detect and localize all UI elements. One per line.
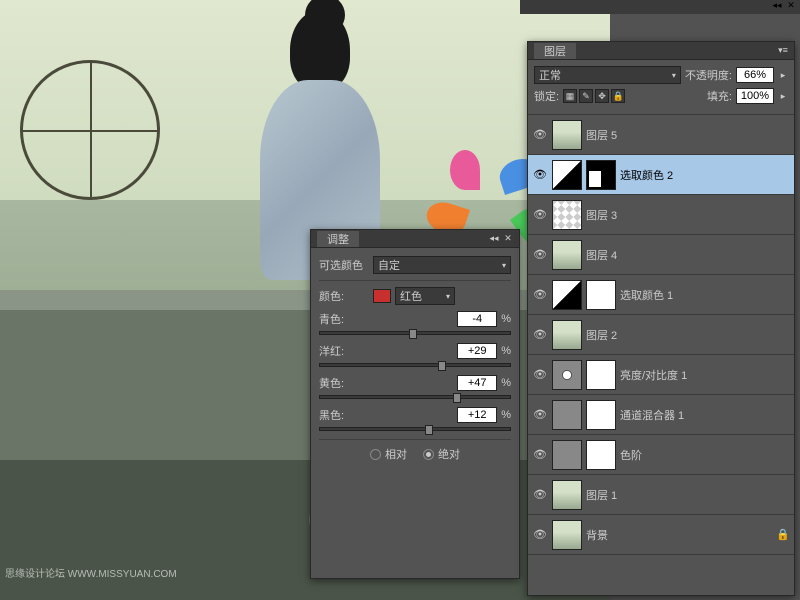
menu-icon[interactable]: ▾≡ bbox=[778, 46, 788, 56]
yellow-label: 黄色: bbox=[319, 375, 344, 391]
layer-mask[interactable] bbox=[586, 400, 616, 430]
visibility-icon[interactable]: 👁 bbox=[532, 207, 548, 223]
layers-panel: 图层 ▾≡ 正常 不透明度: ▸ 锁定: ▦ ✎ ✥ 🔒 填充: ▸ 👁 图层 5… bbox=[527, 41, 795, 596]
layers-panel-header[interactable]: 图层 ▾≡ bbox=[528, 42, 794, 60]
absolute-radio[interactable]: 绝对 bbox=[423, 446, 460, 462]
color-label: 颜色: bbox=[319, 288, 369, 304]
lock-label: 锁定: bbox=[534, 88, 559, 104]
layer-row[interactable]: 👁 图层 1 bbox=[528, 475, 794, 515]
lock-position-icon[interactable]: ✥ bbox=[595, 89, 609, 103]
layer-row[interactable]: 👁 亮度/对比度 1 bbox=[528, 355, 794, 395]
adjust-type-label: 可选颜色 bbox=[319, 257, 369, 273]
layer-mask[interactable] bbox=[586, 440, 616, 470]
layer-thumbnail[interactable] bbox=[552, 400, 582, 430]
layer-row[interactable]: 👁 图层 3 bbox=[528, 195, 794, 235]
adjustments-tab[interactable]: 调整 bbox=[317, 231, 359, 247]
layer-thumbnail[interactable] bbox=[552, 440, 582, 470]
lock-all-icon[interactable]: 🔒 bbox=[611, 89, 625, 103]
layer-row[interactable]: 👁 通道混合器 1 bbox=[528, 395, 794, 435]
layer-name: 图层 5 bbox=[586, 127, 790, 143]
lock-pixels-icon[interactable]: ✎ bbox=[579, 89, 593, 103]
close-icon[interactable]: ✕ bbox=[786, 0, 796, 10]
chevron-right-icon[interactable]: ▸ bbox=[778, 70, 788, 80]
close-icon[interactable]: ✕ bbox=[503, 234, 513, 244]
layer-name: 图层 4 bbox=[586, 247, 790, 263]
layers-tab[interactable]: 图层 bbox=[534, 43, 576, 59]
visibility-icon[interactable]: 👁 bbox=[532, 127, 548, 143]
layer-name: 图层 2 bbox=[586, 327, 790, 343]
layer-name: 通道混合器 1 bbox=[620, 407, 790, 423]
layer-name: 图层 1 bbox=[586, 487, 790, 503]
visibility-icon[interactable]: 👁 bbox=[532, 167, 548, 183]
layer-thumbnail[interactable] bbox=[552, 480, 582, 510]
layer-mask[interactable] bbox=[586, 160, 616, 190]
yellow-slider[interactable] bbox=[319, 395, 511, 399]
watermark-url: WWW.MISSYUAN.COM bbox=[68, 569, 177, 580]
layer-thumbnail[interactable] bbox=[552, 320, 582, 350]
fill-label: 填充: bbox=[707, 88, 732, 104]
layer-mask[interactable] bbox=[586, 360, 616, 390]
layer-name: 选取颜色 2 bbox=[620, 167, 790, 183]
magenta-label: 洋红: bbox=[319, 343, 344, 359]
adjustments-panel: 调整 ◂◂ ✕ 可选颜色 自定 颜色: 红色 青色: % 洋红: % bbox=[310, 229, 520, 579]
color-select[interactable]: 红色 bbox=[395, 287, 455, 305]
layer-row[interactable]: 👁 图层 2 bbox=[528, 315, 794, 355]
layer-thumbnail[interactable] bbox=[552, 360, 582, 390]
visibility-icon[interactable]: 👁 bbox=[532, 287, 548, 303]
watermark-text: 思缘设计论坛 WWW.MISSYUAN.COM bbox=[5, 565, 177, 580]
black-label: 黑色: bbox=[319, 407, 344, 423]
lock-transparent-icon[interactable]: ▦ bbox=[563, 89, 577, 103]
layer-name: 背景 bbox=[586, 527, 772, 543]
layer-mask[interactable] bbox=[586, 280, 616, 310]
preset-select[interactable]: 自定 bbox=[373, 256, 511, 274]
layers-list: 👁 图层 5 👁 选取颜色 2 👁 图层 3 👁 图层 4 👁 选取颜色 1 👁 图层 2 👁 亮度/对比… bbox=[528, 115, 794, 555]
chevron-right-icon[interactable]: ▸ bbox=[778, 91, 788, 101]
visibility-icon[interactable]: 👁 bbox=[532, 407, 548, 423]
layer-row[interactable]: 👁 图层 5 bbox=[528, 115, 794, 155]
watermark-forum: 思缘设计论坛 bbox=[5, 569, 65, 580]
layer-row[interactable]: 👁 背景 🔒 bbox=[528, 515, 794, 555]
black-slider[interactable] bbox=[319, 427, 511, 431]
cyan-slider[interactable] bbox=[319, 331, 511, 335]
visibility-icon[interactable]: 👁 bbox=[532, 527, 548, 543]
blend-mode-select[interactable]: 正常 bbox=[534, 66, 681, 84]
visibility-icon[interactable]: 👁 bbox=[532, 247, 548, 263]
cyan-label: 青色: bbox=[319, 311, 344, 327]
opacity-input[interactable] bbox=[736, 67, 774, 83]
layer-thumbnail[interactable] bbox=[552, 120, 582, 150]
cyan-input[interactable] bbox=[457, 311, 497, 327]
magenta-slider[interactable] bbox=[319, 363, 511, 367]
layer-thumbnail[interactable] bbox=[552, 520, 582, 550]
adjustments-panel-header[interactable]: 调整 ◂◂ ✕ bbox=[311, 230, 519, 248]
layer-thumbnail[interactable] bbox=[552, 160, 582, 190]
lock-icon: 🔒 bbox=[776, 528, 790, 541]
layer-row[interactable]: 👁 选取颜色 2 bbox=[528, 155, 794, 195]
layer-row[interactable]: 👁 选取颜色 1 bbox=[528, 275, 794, 315]
layer-name: 选取颜色 1 bbox=[620, 287, 790, 303]
layer-name: 色阶 bbox=[620, 447, 790, 463]
photo-pinwheel bbox=[440, 150, 520, 230]
layer-thumbnail[interactable] bbox=[552, 200, 582, 230]
opacity-label: 不透明度: bbox=[685, 67, 732, 83]
layer-name: 图层 3 bbox=[586, 207, 790, 223]
photo-waterwheel bbox=[20, 60, 160, 200]
black-input[interactable] bbox=[457, 407, 497, 423]
top-bar: ◂◂ ✕ bbox=[520, 0, 800, 14]
relative-radio[interactable]: 相对 bbox=[370, 446, 407, 462]
layer-row[interactable]: 👁 图层 4 bbox=[528, 235, 794, 275]
visibility-icon[interactable]: 👁 bbox=[532, 327, 548, 343]
fill-input[interactable] bbox=[736, 88, 774, 104]
collapse-icon[interactable]: ◂◂ bbox=[772, 0, 782, 10]
visibility-icon[interactable]: 👁 bbox=[532, 447, 548, 463]
layer-thumbnail[interactable] bbox=[552, 280, 582, 310]
visibility-icon[interactable]: 👁 bbox=[532, 367, 548, 383]
collapse-icon[interactable]: ◂◂ bbox=[489, 234, 499, 244]
visibility-icon[interactable]: 👁 bbox=[532, 487, 548, 503]
layer-thumbnail[interactable] bbox=[552, 240, 582, 270]
layer-row[interactable]: 👁 色阶 bbox=[528, 435, 794, 475]
color-swatch bbox=[373, 289, 391, 303]
layer-name: 亮度/对比度 1 bbox=[620, 367, 790, 383]
yellow-input[interactable] bbox=[457, 375, 497, 391]
magenta-input[interactable] bbox=[457, 343, 497, 359]
